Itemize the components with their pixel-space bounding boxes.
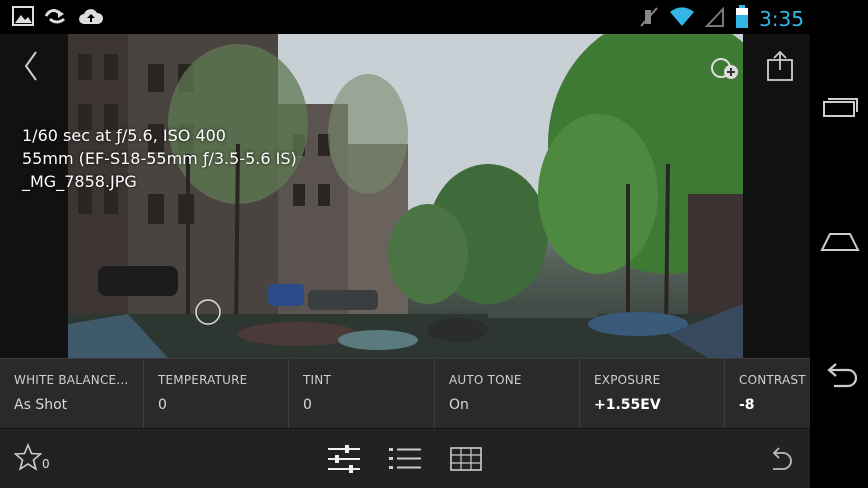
adjust-white-balance[interactable]: WHITE BALANCE... As Shot — [0, 359, 144, 429]
presets-list-icon — [389, 448, 421, 476]
lightroom-loupe-view: 1/60 sec at ƒ/5.6, ISO 400 55mm (EF-S18-… — [0, 34, 810, 488]
signal-icon — [704, 6, 725, 32]
add-to-collection-icon — [707, 58, 743, 88]
share-icon — [765, 50, 795, 86]
adjust-label: TEMPERATURE — [158, 373, 248, 387]
sync-icon — [44, 6, 68, 30]
adjust-tint[interactable]: TINT 0 — [289, 359, 435, 429]
home-icon — [820, 233, 860, 262]
adjust-contrast[interactable]: CONTRAST -8 — [725, 359, 810, 429]
exposure-info: 1/60 sec at ƒ/5.6, ISO 400 — [22, 126, 226, 145]
undo-icon — [767, 447, 795, 477]
file-name: _MG_7858.JPG — [22, 172, 137, 191]
add-to-collection-button[interactable] — [707, 54, 743, 84]
image-icon — [12, 6, 34, 30]
adjust-label: TINT — [303, 373, 331, 387]
battery-icon — [735, 5, 749, 33]
system-back-button[interactable] — [820, 362, 860, 392]
rating-button[interactable] — [13, 442, 43, 475]
presets-button[interactable] — [389, 446, 421, 476]
adjust-exposure[interactable]: EXPOSURE +1.55EV — [580, 359, 725, 429]
adjust-value: +1.55EV — [594, 397, 661, 413]
photo-area: 1/60 sec at ƒ/5.6, ISO 400 55mm (EF-S18-… — [0, 34, 810, 358]
photo-info-overlay: 1/60 sec at ƒ/5.6, ISO 400 55mm (EF-S18-… — [22, 124, 297, 193]
adjust-label: WHITE BALANCE... — [14, 373, 129, 387]
back-button[interactable] — [16, 48, 48, 84]
adjust-auto-tone[interactable]: AUTO TONE On — [435, 359, 580, 429]
clock: 3:35 — [759, 7, 804, 31]
recent-apps-button[interactable] — [820, 92, 860, 122]
recent-apps-icon — [820, 98, 860, 126]
crop-grid-icon — [450, 447, 482, 477]
lens-info: 55mm (EF-S18-55mm ƒ/3.5-5.6 IS) — [22, 149, 297, 168]
adjust-value: As Shot — [14, 397, 68, 413]
status-bar: 3:35 — [0, 0, 868, 34]
cloud-upload-icon — [78, 6, 104, 30]
undo-button[interactable] — [767, 447, 795, 477]
adjustments-strip: WHITE BALANCE... As Shot TEMPERATURE 0 T… — [0, 358, 810, 429]
bottom-toolbar: 0 — [0, 428, 810, 488]
rating-count: 0 — [42, 457, 50, 471]
home-button[interactable] — [820, 228, 860, 258]
adjust-value: 0 — [303, 397, 312, 413]
adjust-sliders-button[interactable] — [327, 445, 361, 477]
mute-icon — [639, 6, 659, 32]
adjust-label: CONTRAST — [739, 373, 806, 387]
adjust-sliders-icon — [327, 445, 361, 477]
adjust-value: On — [449, 397, 469, 413]
back-icon — [820, 363, 860, 396]
adjust-value: -8 — [739, 397, 755, 413]
star-icon — [13, 442, 43, 475]
photo-canal[interactable] — [68, 34, 743, 358]
adjust-value: 0 — [158, 397, 167, 413]
share-button[interactable] — [765, 50, 795, 82]
system-nav-bar — [810, 34, 868, 488]
adjust-temperature[interactable]: TEMPERATURE 0 — [144, 359, 289, 429]
crop-button[interactable] — [450, 445, 482, 477]
wifi-icon — [669, 6, 695, 32]
adjust-label: AUTO TONE — [449, 373, 522, 387]
adjust-label: EXPOSURE — [594, 373, 661, 387]
